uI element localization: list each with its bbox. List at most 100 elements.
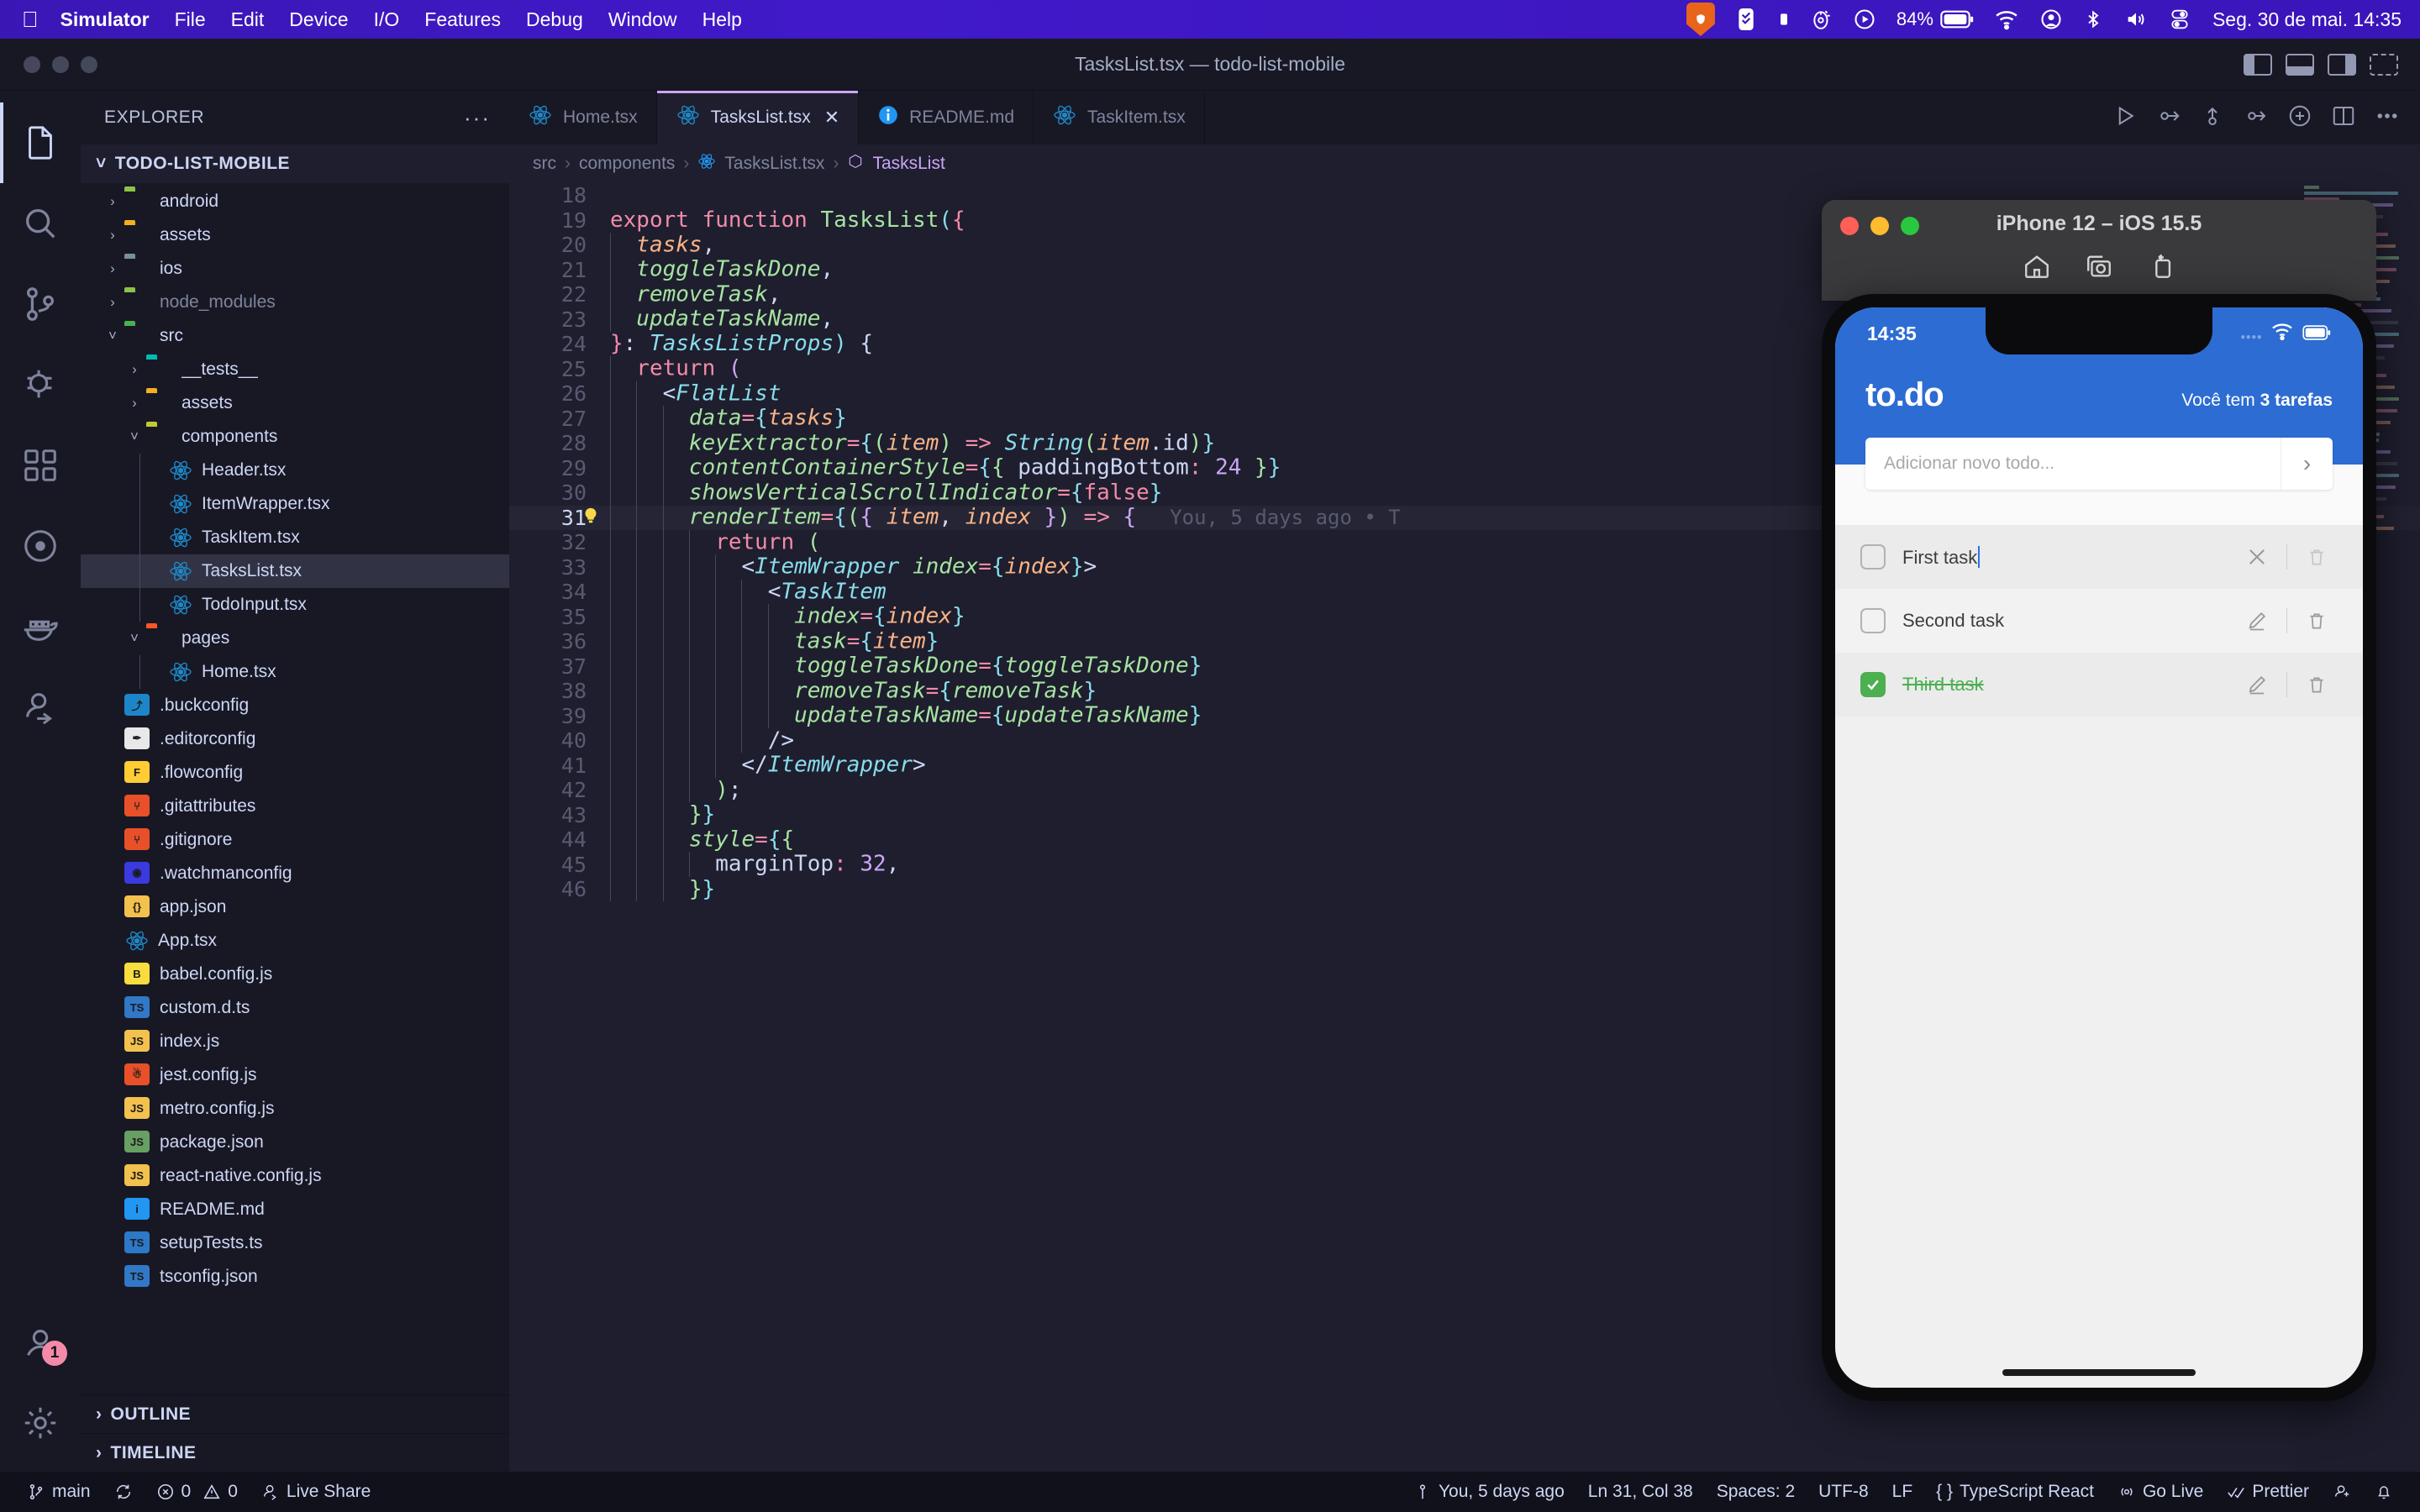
status-git-blame[interactable]: You, 5 days ago: [1402, 1482, 1576, 1502]
task-checkbox[interactable]: [1860, 544, 1886, 570]
play-circle-icon[interactable]: [1853, 8, 1876, 31]
vpn-shield-icon[interactable]: [1686, 3, 1715, 36]
tree-file-row[interactable]: JS package.json: [81, 1126, 509, 1159]
tree-file-row[interactable]: JS metro.config.js: [81, 1092, 509, 1126]
volume-icon[interactable]: [2123, 8, 2149, 31]
tree-file-row[interactable]: Bbabel.config.js: [81, 958, 509, 991]
menu-debug[interactable]: Debug: [526, 8, 583, 31]
status-language-mode[interactable]: { } TypeScript React: [1924, 1482, 2106, 1502]
pencil-icon[interactable]: [2234, 609, 2280, 633]
workspace-root-row[interactable]: ˅ TODO-LIST-MOBILE: [81, 144, 509, 183]
tree-file-row[interactable]: JS index.js: [81, 1025, 509, 1058]
tree-folder-row[interactable]: ˅ src: [81, 319, 509, 353]
control-center-icon[interactable]: [2169, 8, 2191, 31]
tree-file-row[interactable]: TodoInput.tsx: [81, 588, 509, 622]
menu-edit[interactable]: Edit: [231, 8, 265, 31]
add-todo-bar[interactable]: Adicionar novo todo... ›: [1865, 438, 2333, 490]
task-checkbox[interactable]: [1860, 608, 1886, 633]
status-sync-icon[interactable]: [103, 1483, 145, 1501]
home-icon[interactable]: [2023, 252, 2051, 285]
run-icon[interactable]: [2112, 103, 2138, 133]
tree-file-row[interactable]: App.tsx: [81, 924, 509, 958]
activity-testing[interactable]: [0, 506, 81, 586]
chevron-down-icon[interactable]: ˅: [123, 630, 146, 647]
toggle-secondary-sidebar-icon[interactable]: [2328, 53, 2356, 76]
editor-tab[interactable]: TaskItem.tsx: [1034, 91, 1205, 144]
close-tab-icon[interactable]: ✕: [824, 107, 839, 129]
status-indentation[interactable]: Spaces: 2: [1705, 1482, 1807, 1502]
rotate-icon[interactable]: [2147, 252, 2175, 285]
window-traffic-lights[interactable]: [24, 55, 97, 73]
chevron-down-icon[interactable]: ˅: [101, 328, 124, 344]
tree-folder-row[interactable]: ˅ components: [81, 420, 509, 454]
activity-accounts[interactable]: 1: [0, 1302, 81, 1383]
menu-file[interactable]: File: [175, 8, 206, 31]
menu-bar-clock[interactable]: Seg. 30 de mai. 14:35: [2212, 8, 2402, 31]
pencil-icon[interactable]: [2234, 673, 2280, 696]
task-row[interactable]: Third task: [1835, 653, 2363, 717]
activity-live-share[interactable]: [0, 667, 81, 748]
trash-icon[interactable]: [2294, 610, 2339, 632]
more-actions-icon[interactable]: [2375, 103, 2400, 133]
chevron-right-icon[interactable]: ›: [123, 361, 146, 378]
task-title[interactable]: First task: [1902, 545, 1981, 569]
menu-io[interactable]: I/O: [374, 8, 400, 31]
tree-file-row[interactable]: TS setupTests.ts: [81, 1226, 509, 1260]
zoom-button[interactable]: [81, 55, 97, 73]
activity-run-and-debug[interactable]: [0, 344, 81, 425]
menu-help[interactable]: Help: [702, 8, 742, 31]
tree-file-row[interactable]: {} app.json: [81, 890, 509, 924]
trash-icon[interactable]: [2294, 674, 2339, 696]
chevron-right-icon[interactable]: ›: [123, 395, 146, 412]
user-circle-icon[interactable]: [2039, 8, 2063, 31]
status-prettier[interactable]: Prettier: [2215, 1482, 2321, 1502]
activity-extensions[interactable]: [0, 425, 81, 506]
tree-file-row[interactable]: ☃ jest.config.js: [81, 1058, 509, 1092]
activity-docker[interactable]: [0, 586, 81, 667]
preview-icon[interactable]: [2287, 103, 2312, 133]
debug-step-into-icon[interactable]: [2244, 103, 2269, 133]
chevron-right-icon[interactable]: ›: [101, 260, 124, 277]
file-tree[interactable]: › android › assets › ios › node_modules ˅ src › __t…: [81, 183, 509, 1394]
task-list[interactable]: First task Second task Third task: [1835, 465, 2363, 717]
task-row[interactable]: First task: [1835, 525, 2363, 589]
editor-tab[interactable]: TasksList.tsx ✕: [656, 91, 860, 144]
breadcrumb-src[interactable]: src: [533, 154, 556, 174]
wifi-icon[interactable]: [1994, 7, 2019, 32]
tree-folder-row[interactable]: › __tests__: [81, 353, 509, 386]
status-branch[interactable]: main: [15, 1482, 103, 1502]
breadcrumb-symbol[interactable]: TasksList: [872, 154, 944, 174]
tree-file-row[interactable]: TS tsconfig.json: [81, 1260, 509, 1294]
timeline-section[interactable]: › TIMELINE: [81, 1433, 509, 1472]
activity-source-control[interactable]: [0, 264, 81, 344]
tree-file-row[interactable]: i README.md: [81, 1193, 509, 1226]
chevron-right-icon[interactable]: ›: [101, 193, 124, 210]
close-x-icon[interactable]: [2234, 545, 2280, 569]
tree-file-row[interactable]: ⤴ .buckconfig: [81, 689, 509, 722]
task-title[interactable]: Second task: [1902, 610, 2004, 632]
status-live-share[interactable]: Live Share: [250, 1482, 382, 1502]
editor-tab[interactable]: Home.tsx: [509, 91, 657, 144]
battery-status[interactable]: 84%: [1897, 8, 1974, 30]
minimize-button[interactable]: [52, 55, 69, 73]
task-row[interactable]: Second task: [1835, 589, 2363, 653]
tree-file-row[interactable]: ◉ .watchmanconfig: [81, 857, 509, 890]
status-feedback-icon[interactable]: [2321, 1483, 2363, 1501]
activity-explorer[interactable]: [0, 102, 81, 183]
tree-file-row[interactable]: TaskItem.tsx: [81, 521, 509, 554]
tree-folder-row[interactable]: › android: [81, 185, 509, 218]
notch-nook-icon[interactable]: [1777, 7, 1791, 32]
tree-folder-row[interactable]: › assets: [81, 218, 509, 252]
todoist-icon[interactable]: [1735, 7, 1757, 32]
tree-file-row[interactable]: ⑂ .gitattributes: [81, 790, 509, 823]
toggle-panel-icon[interactable]: [2286, 53, 2314, 76]
tree-file-row[interactable]: Header.tsx: [81, 454, 509, 487]
editor-tab[interactable]: README.md: [859, 91, 1034, 144]
tree-folder-row[interactable]: ˅ pages: [81, 622, 509, 655]
bluetooth-icon[interactable]: [2083, 7, 2103, 32]
task-checkbox[interactable]: [1860, 672, 1886, 697]
status-go-live[interactable]: Go Live: [2106, 1482, 2215, 1502]
tree-file-row[interactable]: Home.tsx: [81, 655, 509, 689]
chevron-right-icon[interactable]: ›: [101, 227, 124, 244]
menu-simulator[interactable]: Simulator: [60, 8, 150, 31]
